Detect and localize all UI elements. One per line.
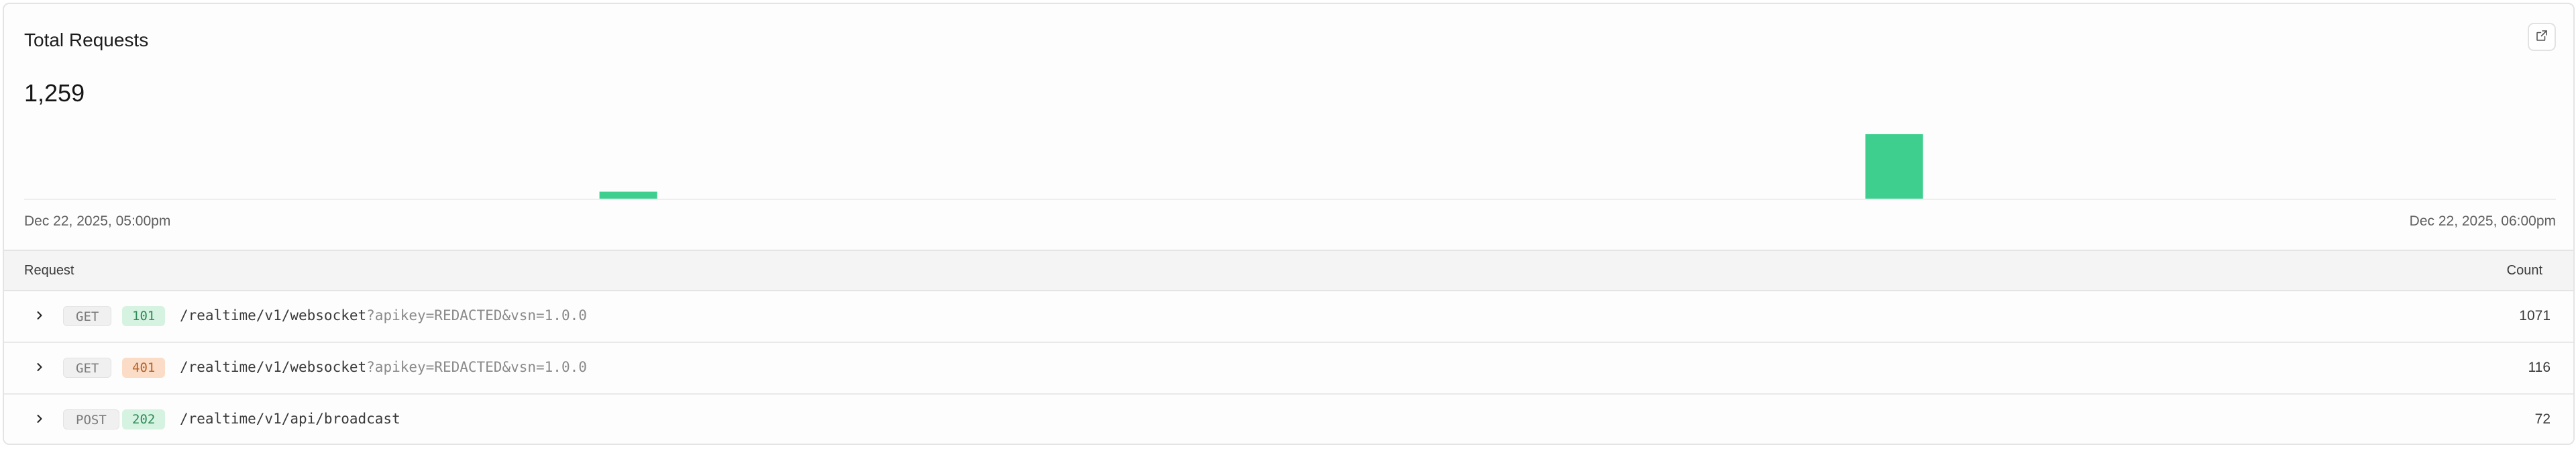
- table-header: Request Count: [4, 250, 2573, 291]
- table-row[interactable]: POST 202 /realtime/v1/api/broadcast 72: [4, 395, 2573, 444]
- request-count: 116: [2528, 360, 2551, 375]
- header-count: Count: [2506, 263, 2542, 278]
- chevron-right-icon[interactable]: [34, 309, 46, 321]
- requests-chart: [24, 98, 2556, 200]
- request-path: /realtime/v1/websocket?apikey=REDACTED&v…: [180, 307, 587, 323]
- chart-end-time: Dec 22, 2025, 06:00pm: [2409, 213, 2556, 229]
- chevron-right-icon[interactable]: [34, 413, 46, 425]
- request-path: /realtime/v1/api/broadcast: [180, 411, 400, 427]
- total-requests-card: Total Requests 1,259 Dec 22, 2025, 05:00…: [3, 3, 2575, 445]
- requests-bar-chart: [24, 134, 2556, 200]
- requests-table: Request Count GET 101 /realtime/v1/webso…: [4, 250, 2573, 444]
- status-badge: 202: [122, 409, 166, 429]
- method-badge: GET: [63, 306, 112, 326]
- status-badge: 101: [122, 306, 166, 326]
- request-count: 1071: [2519, 308, 2551, 323]
- table-row[interactable]: GET 101 /realtime/v1/websocket?apikey=RE…: [4, 291, 2573, 343]
- status-badge: 401: [122, 358, 166, 378]
- request-path: /realtime/v1/websocket?apikey=REDACTED&v…: [180, 359, 587, 375]
- path-text: /realtime/v1/api/broadcast: [180, 411, 400, 427]
- method-badge: POST: [63, 409, 119, 429]
- query-text: ?apikey=REDACTED&vsn=1.0.0: [366, 359, 587, 375]
- method-badge: GET: [63, 358, 112, 378]
- path-text: /realtime/v1/websocket: [180, 359, 367, 375]
- chart-bar[interactable]: [599, 191, 657, 199]
- query-text: ?apikey=REDACTED&vsn=1.0.0: [366, 307, 587, 323]
- request-count: 72: [2534, 411, 2551, 427]
- path-text: /realtime/v1/websocket: [180, 307, 367, 323]
- chart-start-time: Dec 22, 2025, 05:00pm: [24, 213, 171, 229]
- external-link-icon: [2536, 30, 2548, 45]
- table-row[interactable]: GET 401 /realtime/v1/websocket?apikey=RE…: [4, 343, 2573, 395]
- open-external-button[interactable]: [2528, 23, 2556, 51]
- chevron-right-icon[interactable]: [34, 361, 46, 373]
- card-title: Total Requests: [24, 30, 149, 50]
- header-request: Request: [24, 263, 74, 278]
- chart-bar[interactable]: [1865, 134, 1923, 199]
